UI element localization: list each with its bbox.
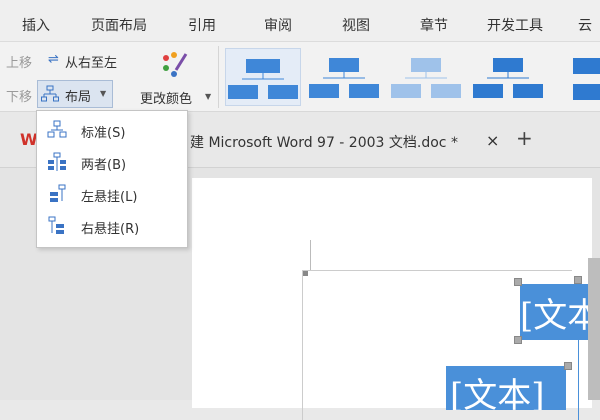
layout-option-right-hanging[interactable]: 右悬挂(R) [37, 211, 187, 241]
move-down-button[interactable]: 下移 [6, 86, 32, 105]
org-chart-style-5-icon [573, 58, 600, 100]
menu-insert[interactable]: 插入 [22, 15, 50, 35]
wps-logo-icon: W [20, 130, 38, 149]
org-chart-style-2-icon [309, 58, 379, 98]
change-color-chevron-icon: ▼ [205, 92, 212, 101]
document-tab-title: 建 Microsoft Word 97 - 2003 文档.doc * [190, 135, 458, 151]
right-to-left-button[interactable]: 从右至左 [65, 52, 117, 71]
change-color-button[interactable]: 更改颜色 [140, 88, 192, 107]
menu-bar: 插入 页面布局 引用 审阅 视图 章节 开发工具 云 [0, 0, 600, 42]
right-to-left-arrow-icon: ⇌ [48, 52, 59, 67]
org-left-hanging-icon [50, 184, 66, 202]
org-chart-frame-top [302, 270, 572, 271]
menu-review[interactable]: 审阅 [264, 15, 292, 35]
org-chart-layout-icon [41, 85, 59, 102]
style-thumbnail-4[interactable] [471, 48, 547, 106]
layout-button-label: 布局 [65, 90, 92, 105]
layout-option-label: 标准(S) [81, 126, 126, 141]
layout-option-left-hanging[interactable]: 左悬挂(L) [37, 179, 187, 209]
layout-option-label: 右悬挂(R) [81, 222, 140, 237]
menu-references[interactable]: 引用 [188, 15, 216, 35]
layout-option-label: 两者(B) [81, 158, 127, 173]
org-chart-style-1-icon [228, 59, 298, 99]
org-both-icon [48, 152, 66, 171]
document-page[interactable]: [文本] [文本] [192, 178, 592, 420]
menu-developer-tools[interactable]: 开发工具 [487, 15, 543, 35]
org-chart-node-bottom[interactable]: [文本] [446, 366, 566, 410]
close-tab-icon[interactable]: × [486, 131, 499, 150]
org-chart-style-4-icon [473, 58, 543, 98]
new-tab-icon[interactable]: + [516, 126, 533, 150]
menu-view[interactable]: 视图 [342, 15, 370, 35]
move-up-button[interactable]: 上移 [6, 52, 32, 71]
layout-dropdown-menu: 标准(S) 两者(B) 左悬挂(L) 右悬挂(R) [36, 110, 188, 248]
layout-button[interactable]: 布局 ▼ [37, 80, 113, 108]
connector-line [578, 340, 579, 420]
org-chart-frame-left [302, 270, 303, 420]
menu-page-layout[interactable]: 页面布局 [91, 15, 147, 35]
org-standard-icon [47, 120, 67, 138]
resize-handle[interactable] [564, 362, 572, 370]
document-tab[interactable]: 建 Microsoft Word 97 - 2003 文档.doc * × [190, 126, 510, 156]
palette-icon [163, 52, 188, 77]
layout-option-standard[interactable]: 标准(S) [37, 115, 187, 145]
style-thumbnail-1[interactable] [225, 48, 301, 106]
ribbon: 上移 ⇌ 从右至左 下移 布局 ▼ 更改颜色 ▼ [0, 42, 600, 112]
ribbon-divider [218, 46, 219, 108]
layout-option-both[interactable]: 两者(B) [37, 147, 187, 177]
style-thumbnail-2[interactable] [307, 48, 383, 106]
org-chart-style-3-icon [391, 58, 461, 98]
resize-handle[interactable] [514, 336, 522, 344]
menu-cloud[interactable]: 云 [578, 15, 592, 35]
resize-handle[interactable] [574, 276, 582, 284]
org-chart-node-top[interactable]: [文本] [520, 284, 592, 340]
resize-handle[interactable] [514, 278, 522, 286]
style-thumbnail-3[interactable] [389, 48, 465, 106]
vertical-scrollbar[interactable] [588, 258, 600, 400]
org-right-hanging-icon [48, 216, 64, 234]
style-thumbnail-5[interactable] [553, 48, 600, 106]
margin-mark [310, 240, 311, 270]
layout-option-label: 左悬挂(L) [81, 190, 138, 205]
menu-section[interactable]: 章节 [420, 15, 448, 35]
chevron-down-icon: ▼ [100, 89, 107, 98]
